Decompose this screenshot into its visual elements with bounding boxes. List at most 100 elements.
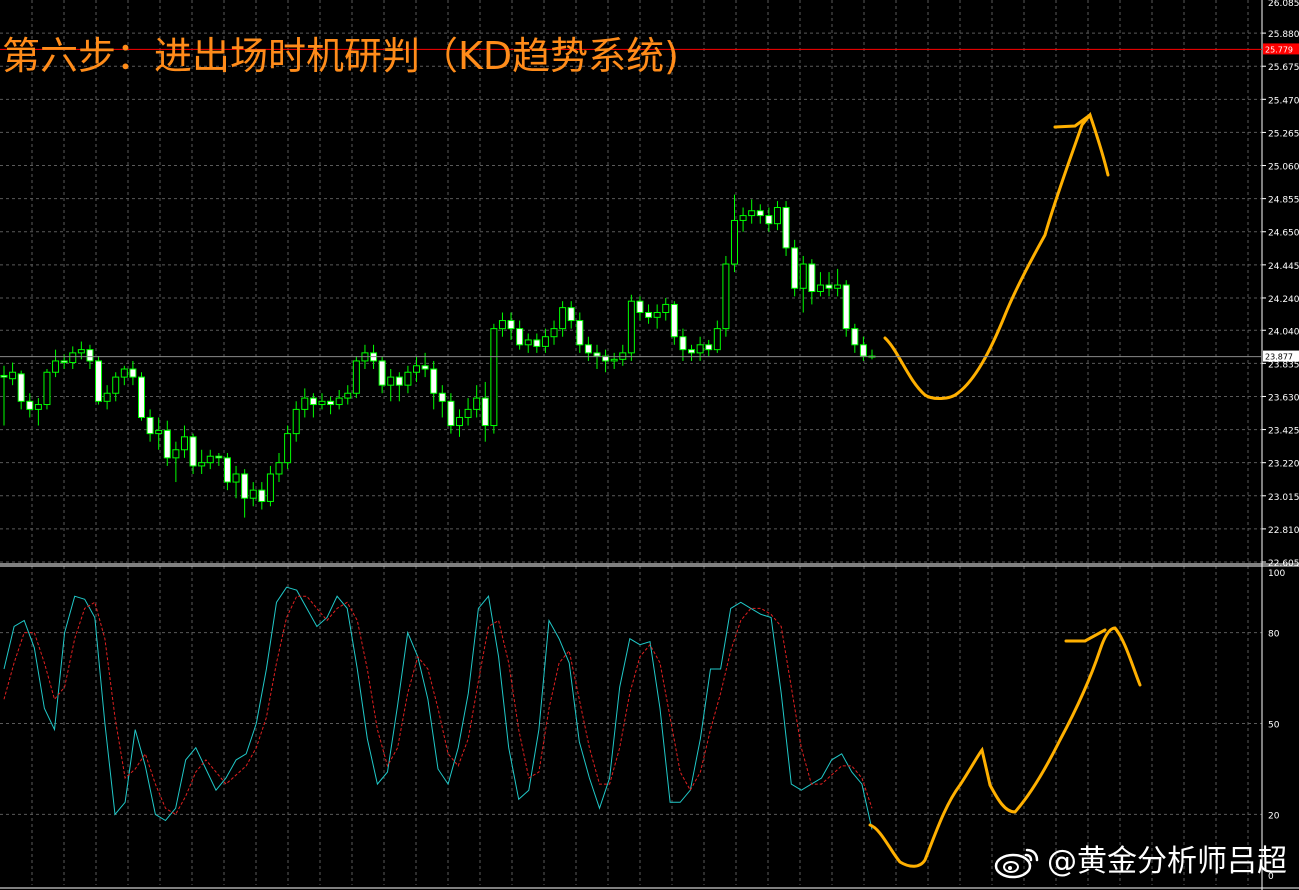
y-tick-label: 24.445: [1268, 262, 1299, 272]
candle-body-bull: [816, 284, 824, 292]
candle-body-bull: [730, 219, 738, 265]
candle-body-bear: [189, 436, 197, 467]
y-tick-label: 24.040: [1268, 327, 1299, 337]
y-tick-label: 23.425: [1268, 427, 1299, 437]
candle: [842, 280, 850, 337]
candle-body-bull: [9, 371, 17, 380]
stoch-tick-label: 100: [1268, 569, 1285, 579]
candle-body-bear: [241, 473, 249, 499]
candle: [791, 239, 799, 297]
candle-body-bear: [808, 263, 816, 292]
candle-body-bull: [266, 473, 274, 502]
candle-body-bear: [842, 284, 850, 330]
candle-body-bull: [34, 404, 42, 410]
candle-body-bull: [799, 263, 807, 289]
candle-body-bear: [438, 392, 446, 402]
candle-body-bull: [172, 449, 180, 459]
candle-body-bear: [825, 284, 833, 289]
weibo-logo-icon: [994, 848, 1039, 879]
candle-body-bull: [662, 303, 670, 313]
watermark-text: @黄金分析师吕超: [1047, 844, 1287, 879]
candle-body-bear: [533, 339, 541, 347]
candle-body-bear: [645, 311, 653, 318]
candle-body-bull: [455, 416, 463, 427]
candle-body-bear: [60, 360, 68, 364]
candle-body-bull: [112, 376, 120, 394]
candle-body-bull: [52, 360, 60, 373]
candle-body-bear: [851, 328, 859, 346]
candle-body-bear: [782, 207, 790, 249]
candle-body-bear: [327, 400, 335, 406]
candle-body-bull: [473, 397, 481, 410]
candle-body-bear: [636, 300, 644, 313]
candle-body-bear: [146, 416, 154, 435]
candle-body-bear: [95, 360, 103, 402]
candle: [782, 201, 790, 256]
forex-chart: 25.880 25.675 25.470 25.265 25.060 24.855 24.6…: [0, 0, 1299, 890]
y-tick-label: 25.265: [1268, 129, 1299, 139]
candle-body-bear: [0, 374, 8, 378]
y-tick-label: 25.470: [1268, 96, 1299, 106]
candle-body-bull: [69, 352, 77, 364]
y-tick-label: 23.220: [1268, 460, 1299, 470]
candle-body-bull: [103, 392, 111, 402]
candle-body-bear: [507, 320, 515, 330]
candle-body-bull: [713, 328, 721, 351]
red-level-label: 25.779: [1265, 45, 1293, 54]
candle-body-bear: [593, 352, 601, 357]
candle-body-bear: [17, 373, 25, 402]
candle: [43, 369, 51, 410]
candle-body-bull: [404, 371, 412, 386]
candle-body-bull: [413, 365, 421, 373]
candle-body-bull: [834, 284, 842, 289]
candle-body-bull: [653, 311, 661, 318]
candle-body-bull: [387, 376, 395, 386]
candle-body-bull: [284, 433, 292, 464]
y-tick-label: 24.240: [1268, 295, 1299, 305]
current-price-label: 23.877: [1265, 353, 1293, 362]
candle-body-bull: [610, 358, 618, 362]
candle-body-bull: [292, 408, 300, 435]
stoch-tick-label: 80: [1268, 630, 1280, 640]
candle: [490, 323, 498, 434]
candle-body-bull: [301, 397, 309, 410]
candle: [95, 356, 103, 405]
candle-body-bear: [223, 457, 231, 483]
y-tick-label: 26.085: [1268, 0, 1299, 9]
candle-body-bear: [309, 397, 317, 406]
candle: [352, 356, 360, 399]
candle-body-bull: [498, 320, 506, 330]
candle-body-bear: [86, 349, 94, 362]
candle-body-bull: [559, 307, 567, 330]
y-tick-label: 24.650: [1268, 229, 1299, 239]
candle-body-bull: [120, 368, 128, 378]
candle-body-bull: [198, 462, 206, 467]
candle-body-bull: [722, 263, 730, 330]
candle-body-bull: [77, 349, 85, 354]
candle-body-bull: [748, 210, 756, 217]
candle-body-bull: [155, 429, 163, 435]
candle-body-bull: [335, 397, 343, 406]
y-tick-label: 25.060: [1268, 163, 1299, 173]
candle-body-bull: [318, 400, 326, 406]
candle-body-bull: [550, 328, 558, 338]
stoch-tick-label: 20: [1268, 811, 1280, 821]
candle-body-bull: [43, 371, 51, 406]
candle-body-bear: [765, 215, 773, 225]
candle-body-bear: [481, 397, 489, 427]
y-tick-label: 24.855: [1268, 196, 1299, 206]
candle-body-bear: [163, 429, 171, 459]
y-tick-label: 23.835: [1268, 360, 1299, 370]
candle-body-bear: [430, 368, 438, 394]
candle-body-bull: [249, 489, 257, 499]
candle-body-bear: [378, 360, 386, 386]
candle-body-bear: [584, 344, 592, 354]
candle-body-bear: [670, 303, 678, 338]
candle-body-bear: [688, 349, 696, 354]
candle: [627, 294, 635, 361]
candle-body-bear: [516, 328, 524, 346]
candle: [138, 372, 146, 421]
candle-body-bull: [344, 392, 352, 399]
candle-body-bull: [627, 300, 635, 354]
chart-title: 第六步：进出场时机研判（KD趋势系统): [2, 34, 680, 78]
